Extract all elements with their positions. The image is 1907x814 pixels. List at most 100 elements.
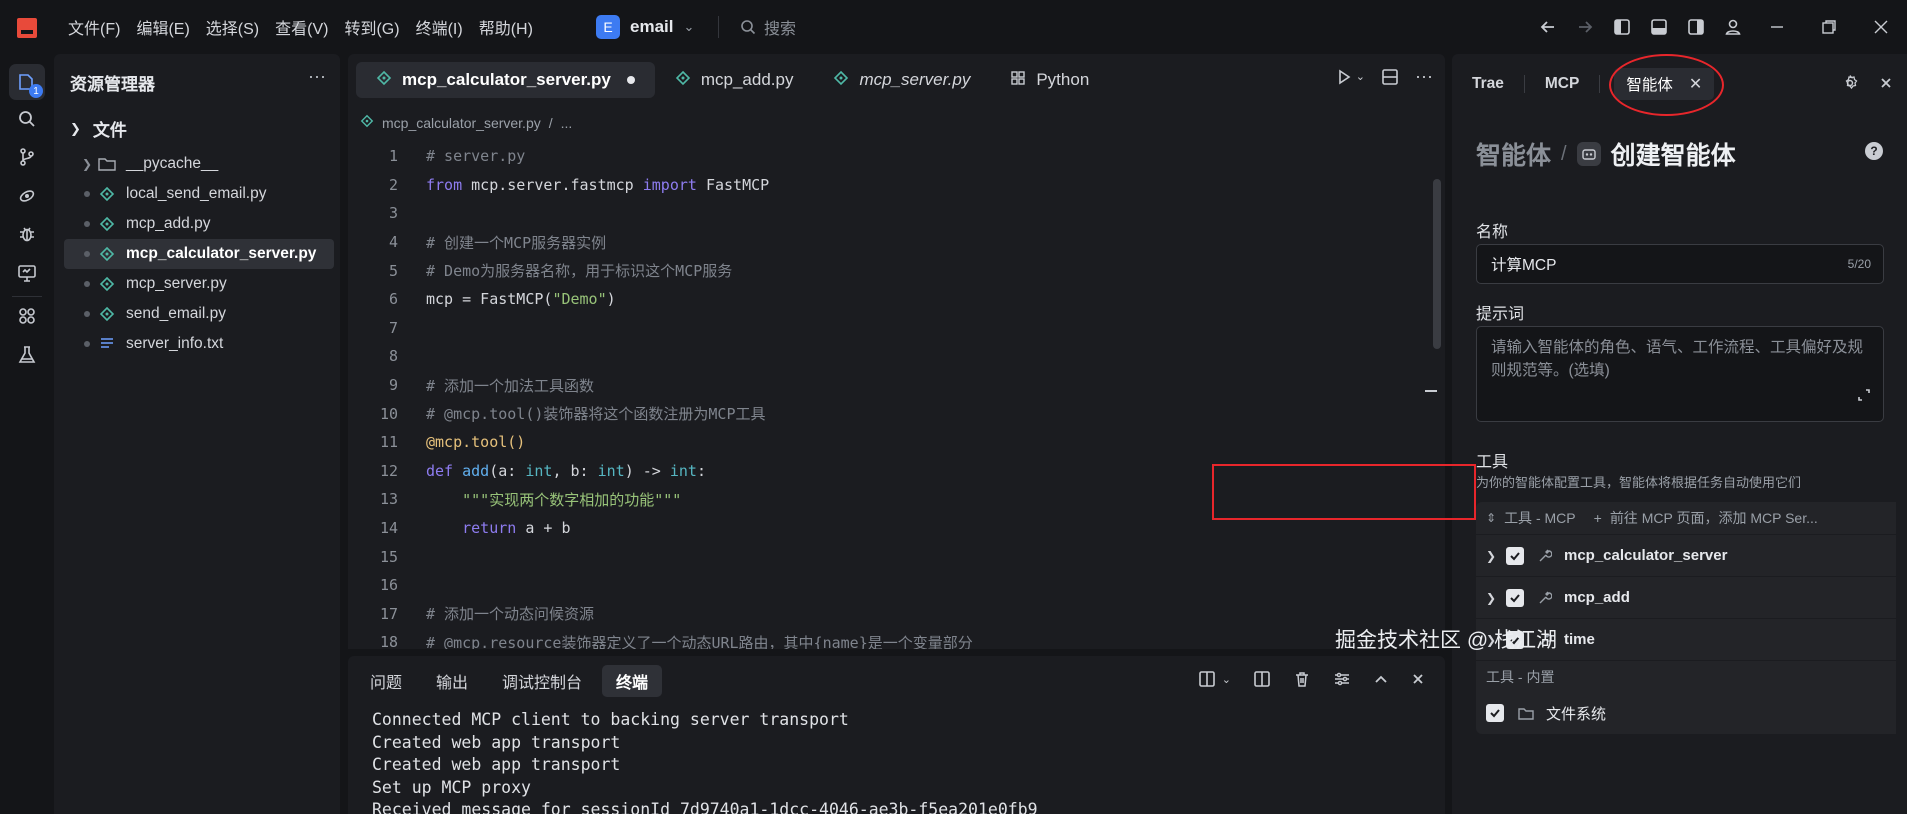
source-control-activity-button[interactable] — [9, 139, 45, 175]
breadcrumb-file[interactable]: mcp_calculator_server.py — [382, 115, 541, 131]
menu-file[interactable]: 文件(F) — [60, 0, 128, 54]
editor-scrollbar[interactable] — [1433, 179, 1441, 349]
terminal-output[interactable]: Connected MCP client to backing server t… — [372, 709, 1038, 814]
menu-go[interactable]: 转到(G) — [336, 0, 407, 54]
tab-mcp-server[interactable]: mcp_server.py — [813, 62, 990, 98]
project-switcher[interactable]: E email ⌄ — [596, 14, 694, 40]
close-window-icon[interactable] — [1855, 0, 1907, 54]
menu-edit[interactable]: 编辑(E) — [128, 0, 197, 54]
close-tab-icon[interactable]: ✕ — [1689, 74, 1702, 94]
dot-icon — [84, 311, 90, 317]
terminal-line: Created web app transport — [372, 732, 621, 752]
split-terminal-icon[interactable]: ⌄ — [1198, 670, 1231, 688]
account-icon[interactable] — [1714, 0, 1751, 54]
maximize-panel-icon[interactable] — [1373, 671, 1389, 687]
checkbox[interactable] — [1506, 588, 1524, 607]
code-view[interactable]: 1 # server.py 2 from mcp.server.fastmcp im… — [348, 142, 1428, 649]
prompt-field[interactable]: 请输入智能体的角色、语气、工作流程、工具偏好及规则规范等。(选填) — [1476, 326, 1884, 422]
python-file-icon — [96, 306, 118, 322]
explorer-activity-button[interactable]: 1 — [9, 64, 45, 100]
tree-item-mcp-calculator-server[interactable]: mcp_calculator_server.py — [64, 239, 334, 269]
python-file-icon — [360, 114, 374, 131]
trash-icon[interactable] — [1293, 670, 1311, 688]
code-line: 3 — [348, 199, 1428, 228]
testing-activity-button[interactable] — [9, 337, 45, 373]
split-editor-icon[interactable] — [1381, 68, 1399, 86]
line-number: 10 — [379, 404, 398, 423]
code-line: 18 # @mcp.resource装饰器定义了一个动态URL路由，其中{name… — [348, 628, 1428, 649]
tools-description: 为你的智能体配置工具，智能体将根据任务自动使用它们 — [1476, 475, 1802, 490]
settings-sliders-icon[interactable] — [1333, 670, 1351, 688]
dot-icon — [84, 281, 90, 287]
tab-problems[interactable]: 问题 — [356, 665, 416, 697]
breadcrumb-more[interactable]: ... — [561, 115, 573, 131]
minimize-icon[interactable] — [1751, 0, 1803, 54]
more-icon[interactable]: ··· — [1415, 66, 1433, 87]
agent-name-field[interactable]: 计算MCP 5/20 — [1476, 244, 1884, 284]
debug-activity-button[interactable] — [9, 216, 45, 252]
tree-item-send-email[interactable]: send_email.py — [64, 299, 334, 329]
toggle-panel-icon[interactable] — [1640, 0, 1677, 54]
help-icon[interactable]: ? — [1865, 142, 1883, 160]
menu-help[interactable]: 帮助(H) — [471, 0, 541, 54]
tab-mcp-add[interactable]: mcp_add.py — [655, 62, 814, 98]
tab-mcp[interactable]: MCP — [1525, 68, 1599, 100]
menu-selection[interactable]: 选择(S) — [198, 0, 267, 54]
plus-icon[interactable]: + — [1594, 510, 1602, 526]
code-line: 4 # 创建一个MCP服务器实例 — [348, 228, 1428, 257]
tab-trae[interactable]: Trae — [1452, 68, 1524, 100]
python-file-icon — [96, 186, 118, 202]
restore-icon[interactable] — [1803, 0, 1855, 54]
tab-python[interactable]: Python — [990, 62, 1109, 98]
more-icon[interactable]: ··· — [308, 66, 326, 87]
code-line: 11 @mcp.tool() — [348, 428, 1428, 457]
editor-area: mcp_calculator_server.py mcp_add.py mcp_… — [348, 54, 1445, 649]
modified-dot-icon[interactable] — [626, 76, 635, 84]
run-debug-activity-button[interactable] — [9, 178, 45, 214]
close-icon[interactable] — [1879, 76, 1893, 90]
tab-mcp-calculator-server[interactable]: mcp_calculator_server.py — [356, 62, 655, 98]
chevron-right-icon[interactable]: ❯ — [1486, 549, 1506, 563]
tab-output[interactable]: 输出 — [422, 665, 482, 697]
extensions-activity-button[interactable] — [9, 298, 45, 334]
code-line: 8 — [348, 342, 1428, 371]
terminal-line: Created web app transport — [372, 755, 621, 774]
toggle-right-panel-icon[interactable] — [1677, 0, 1714, 54]
tool-item[interactable]: 文件系统 — [1476, 692, 1896, 734]
tool-item[interactable]: ❯ mcp_add — [1476, 576, 1896, 618]
search-activity-button[interactable] — [9, 101, 45, 137]
close-panel-icon[interactable] — [1411, 672, 1425, 686]
tree-item-mcp-add[interactable]: mcp_add.py — [64, 209, 334, 239]
prompt-label: 提示词 — [1476, 306, 1525, 323]
folder-root[interactable]: ❯ 文件 — [70, 116, 127, 141]
expand-icon[interactable] — [1857, 386, 1871, 409]
breadcrumb-parent[interactable]: 智能体 — [1476, 136, 1551, 172]
tab-terminal[interactable]: 终端 — [602, 665, 663, 697]
chevron-right-icon[interactable]: ❯ — [1486, 591, 1506, 605]
forward-arrow-icon[interactable] — [1566, 0, 1603, 54]
run-icon[interactable]: ⌄ — [1336, 69, 1365, 85]
tree-item-label: local_send_email.py — [126, 185, 267, 202]
sort-icon: ⇕ — [1486, 511, 1497, 525]
remote-explorer-activity-button[interactable] — [9, 255, 45, 291]
tool-item[interactable]: ❯ mcp_calculator_server — [1476, 534, 1896, 576]
checkbox[interactable] — [1486, 704, 1504, 722]
chevron-down-icon: ⌄ — [683, 19, 695, 34]
toggle-sidebar-icon[interactable] — [1603, 0, 1640, 54]
tab-debug-console[interactable]: 调试控制台 — [488, 665, 596, 697]
tree-item-local-send-email[interactable]: local_send_email.py — [64, 179, 334, 209]
group-label: 工具 - MCP — [1504, 510, 1576, 526]
tree-item-mcp-server[interactable]: mcp_server.py — [64, 269, 334, 299]
checkbox[interactable] — [1506, 546, 1524, 565]
layout-icon[interactable] — [1253, 670, 1271, 688]
add-mcp-link[interactable]: 前往 MCP 页面，添加 MCP Ser... — [1610, 508, 1818, 528]
back-arrow-icon[interactable] — [1529, 0, 1566, 54]
menu-terminal[interactable]: 终端(I) — [408, 0, 471, 54]
tree-item-pycache[interactable]: ❯ __pycache__ — [64, 149, 334, 179]
tree-item-server-info[interactable]: server_info.txt — [64, 329, 334, 359]
search-input[interactable]: 搜索 — [740, 14, 796, 40]
tab-agent[interactable]: 智能体 ✕ — [1614, 68, 1715, 100]
menu-view[interactable]: 查看(V) — [267, 0, 336, 54]
gear-icon[interactable] — [1841, 74, 1859, 92]
dot-icon — [84, 251, 90, 257]
